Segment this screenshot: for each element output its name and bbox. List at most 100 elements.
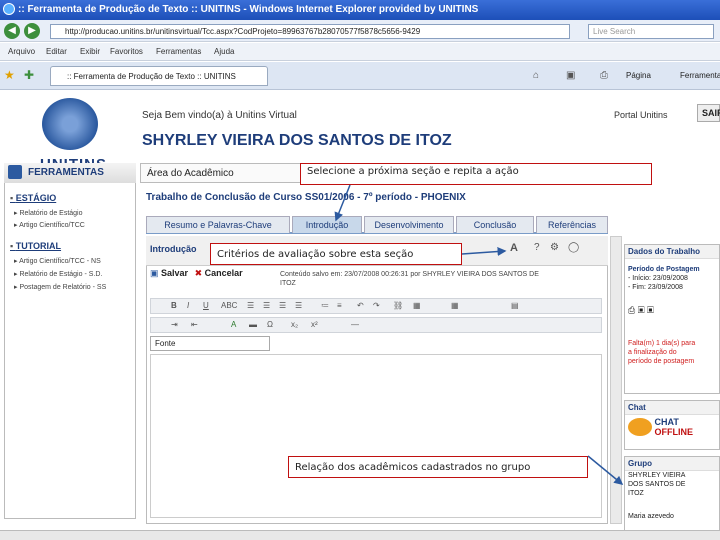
sidebar-title: FERRAMENTAS — [4, 163, 136, 183]
tab-desenvolvimento[interactable]: Desenvolvimento — [364, 216, 454, 233]
group-box: Grupo SHYRLEY VIEIRA DOS SANTOS DE ITOZ … — [624, 456, 720, 540]
table-icon[interactable]: ▦ — [451, 301, 459, 310]
menu-item-editar[interactable]: Editar — [46, 47, 67, 56]
page-menu[interactable]: Página — [626, 71, 651, 80]
tab-introducao[interactable]: Introdução — [292, 216, 362, 233]
bold-icon[interactable]: B — [171, 301, 177, 310]
group-member: Maria azevedo — [628, 513, 674, 520]
align-left-icon[interactable]: ☰ — [247, 301, 254, 310]
add-favorite-icon[interactable]: ✚ — [24, 68, 34, 82]
editor-toolbar-1: B I U ABC ☰ ☰ ☰ ☰ ≔ ≡ ↶ ↷ ⛓ ▦ ▦ ▤ — [150, 298, 602, 314]
sidebar-item[interactable]: ▸ Artigo Científico/TCC - NS — [14, 257, 101, 265]
posting-period-title: Período de Postagem — [628, 266, 700, 273]
undo-icon[interactable]: ↶ — [357, 301, 364, 310]
editor-textarea[interactable] — [150, 354, 602, 518]
strikethrough-icon[interactable]: ABC — [221, 301, 237, 310]
bullet-list-icon[interactable]: ≔ — [321, 301, 329, 310]
menu-item-favoritos[interactable]: Favoritos — [110, 47, 143, 56]
link-icon[interactable]: ⛓ — [393, 301, 403, 310]
feeds-icon[interactable]: ▣ — [566, 70, 575, 81]
tools-menu[interactable]: Ferramentas — [680, 71, 720, 80]
menu-item-arquivo[interactable]: Arquivo — [8, 47, 35, 56]
menu-bar: Arquivo Editar Exibir Favoritos Ferramen… — [0, 43, 720, 61]
ie-logo-icon — [3, 3, 15, 15]
scrollbar[interactable] — [610, 236, 622, 524]
group-member: ITOZ — [628, 490, 644, 497]
group-title: Grupo — [625, 457, 719, 471]
callout-next-section: Selecione a próxima seção e repita a açã… — [300, 163, 652, 185]
callout-criteria: Critérios de avaliação sobre esta seção — [210, 243, 462, 265]
posting-end: - Fim: 23/09/2008 — [628, 284, 683, 291]
underline-icon[interactable]: U — [203, 301, 209, 310]
group-member: DOS SANTOS DE — [628, 481, 686, 488]
address-bar[interactable]: http://producao.unitins.br/unitinsvirtua… — [50, 24, 570, 39]
tools-icon[interactable]: ⚙ — [550, 242, 559, 253]
welcome-text: Seja Bem vindo(a) à Unitins Virtual — [142, 110, 297, 121]
outdent-icon[interactable]: ⇤ — [191, 320, 198, 329]
tab-conclusao[interactable]: Conclusão — [456, 216, 534, 233]
favorites-star-icon[interactable]: ★ — [4, 68, 15, 82]
editor-title: Introdução — [150, 244, 197, 254]
sidebar-item[interactable]: ▸ Relatório de Estágio — [14, 209, 83, 217]
redo-icon[interactable]: ↷ — [373, 301, 380, 310]
special-char-icon[interactable]: Ω — [267, 320, 273, 329]
forward-arrow-icon[interactable]: ▶ — [24, 23, 40, 39]
superscript-icon[interactable]: x² — [311, 320, 318, 329]
sidebar-item[interactable]: ▸ Artigo Científico/TCC — [14, 221, 85, 229]
menu-item-ferramentas[interactable]: Ferramentas — [156, 47, 201, 56]
chat-label: CHAT — [654, 417, 679, 427]
text-color-icon[interactable]: A — [231, 320, 236, 329]
tab-resumo[interactable]: Resumo e Palavras-Chave — [146, 216, 290, 233]
help-icon[interactable]: ? — [534, 242, 540, 253]
unitins-logo-icon — [42, 98, 98, 150]
saved-info: Conteúdo salvo em: 23/07/2008 00:26:31 p… — [280, 271, 539, 287]
work-data-box: Dados do Trabalho Período de Postagem - … — [624, 244, 720, 394]
image-icon[interactable]: ▦ — [413, 301, 421, 310]
posting-start: - Início: 23/09/2008 — [628, 275, 688, 282]
status-bar — [0, 530, 720, 540]
menu-item-ajuda[interactable]: Ajuda — [214, 47, 234, 56]
right-column: Dados do Trabalho Período de Postagem - … — [624, 244, 720, 540]
warning-line: período de postagem — [628, 358, 695, 365]
numbered-list-icon[interactable]: ≡ — [337, 301, 342, 310]
print-icon[interactable]: ⎙ ▣ ▣ — [625, 304, 719, 317]
font-select[interactable]: Fonte — [150, 336, 270, 351]
sidebar-section-tutorial[interactable]: ▪ TUTORIAL — [10, 241, 61, 251]
sidebar-item[interactable]: ▸ Relatório de Estágio - S.D. — [14, 270, 102, 278]
warning-line: a finalização do — [628, 349, 677, 356]
highlight-icon[interactable]: ▬ — [249, 320, 257, 329]
indent-icon[interactable]: ⇥ — [171, 320, 178, 329]
italic-icon[interactable]: I — [187, 301, 189, 310]
tab-referencias[interactable]: Referências — [536, 216, 608, 233]
group-member: SHYRLEY VIEIRA — [628, 472, 686, 479]
sidebar-item[interactable]: ▸ Postagem de Relatório - SS — [14, 283, 106, 291]
portal-link[interactable]: Portal Unitins — [614, 110, 668, 120]
chat-icon[interactable] — [628, 418, 652, 436]
logout-button[interactable]: SAIR — [697, 104, 720, 122]
user-name: SHYRLEY VIEIRA DOS SANTOS DE ITOZ — [142, 132, 452, 149]
chat-status: OFFLINE — [654, 427, 694, 437]
justify-icon[interactable]: ☰ — [295, 301, 302, 310]
font-size-icon[interactable]: A — [510, 242, 518, 254]
hr-icon[interactable]: ― — [351, 320, 359, 329]
search-input[interactable]: Live Search — [588, 24, 714, 39]
chat-box: Chat CHAT OFFLINE — [624, 400, 720, 450]
chat-title: Chat — [625, 401, 719, 415]
print-icon[interactable]: ⎙ — [600, 70, 608, 81]
align-center-icon[interactable]: ☰ — [263, 301, 270, 310]
subscript-icon[interactable]: x₂ — [291, 320, 298, 329]
window-title-bar: :: Ferramenta de Produção de Texto :: UN… — [0, 0, 720, 20]
browser-tab[interactable]: :: Ferramenta de Produção de Texto :: UN… — [50, 66, 268, 86]
section-tabs: Resumo e Palavras-Chave Introdução Desen… — [146, 216, 608, 234]
menu-item-exibir[interactable]: Exibir — [80, 47, 100, 56]
home-icon[interactable]: ⌂ — [533, 70, 539, 81]
align-right-icon[interactable]: ☰ — [279, 301, 286, 310]
callout-group: Relação dos acadêmicos cadastrados no gr… — [288, 456, 588, 478]
back-arrow-icon[interactable]: ◀ — [4, 23, 20, 39]
editor-toolbar-2: ⇥ ⇤ A ▬ Ω x₂ x² ― — [150, 317, 602, 333]
sidebar-section-estagio[interactable]: ▪ ESTÁGIO — [10, 193, 56, 203]
warning-line: Falta(m) 1 dia(s) para — [628, 340, 696, 347]
table-row-icon[interactable]: ▤ — [511, 301, 519, 310]
tools-icon — [8, 165, 22, 179]
comment-icon[interactable]: ◯ — [568, 242, 579, 253]
